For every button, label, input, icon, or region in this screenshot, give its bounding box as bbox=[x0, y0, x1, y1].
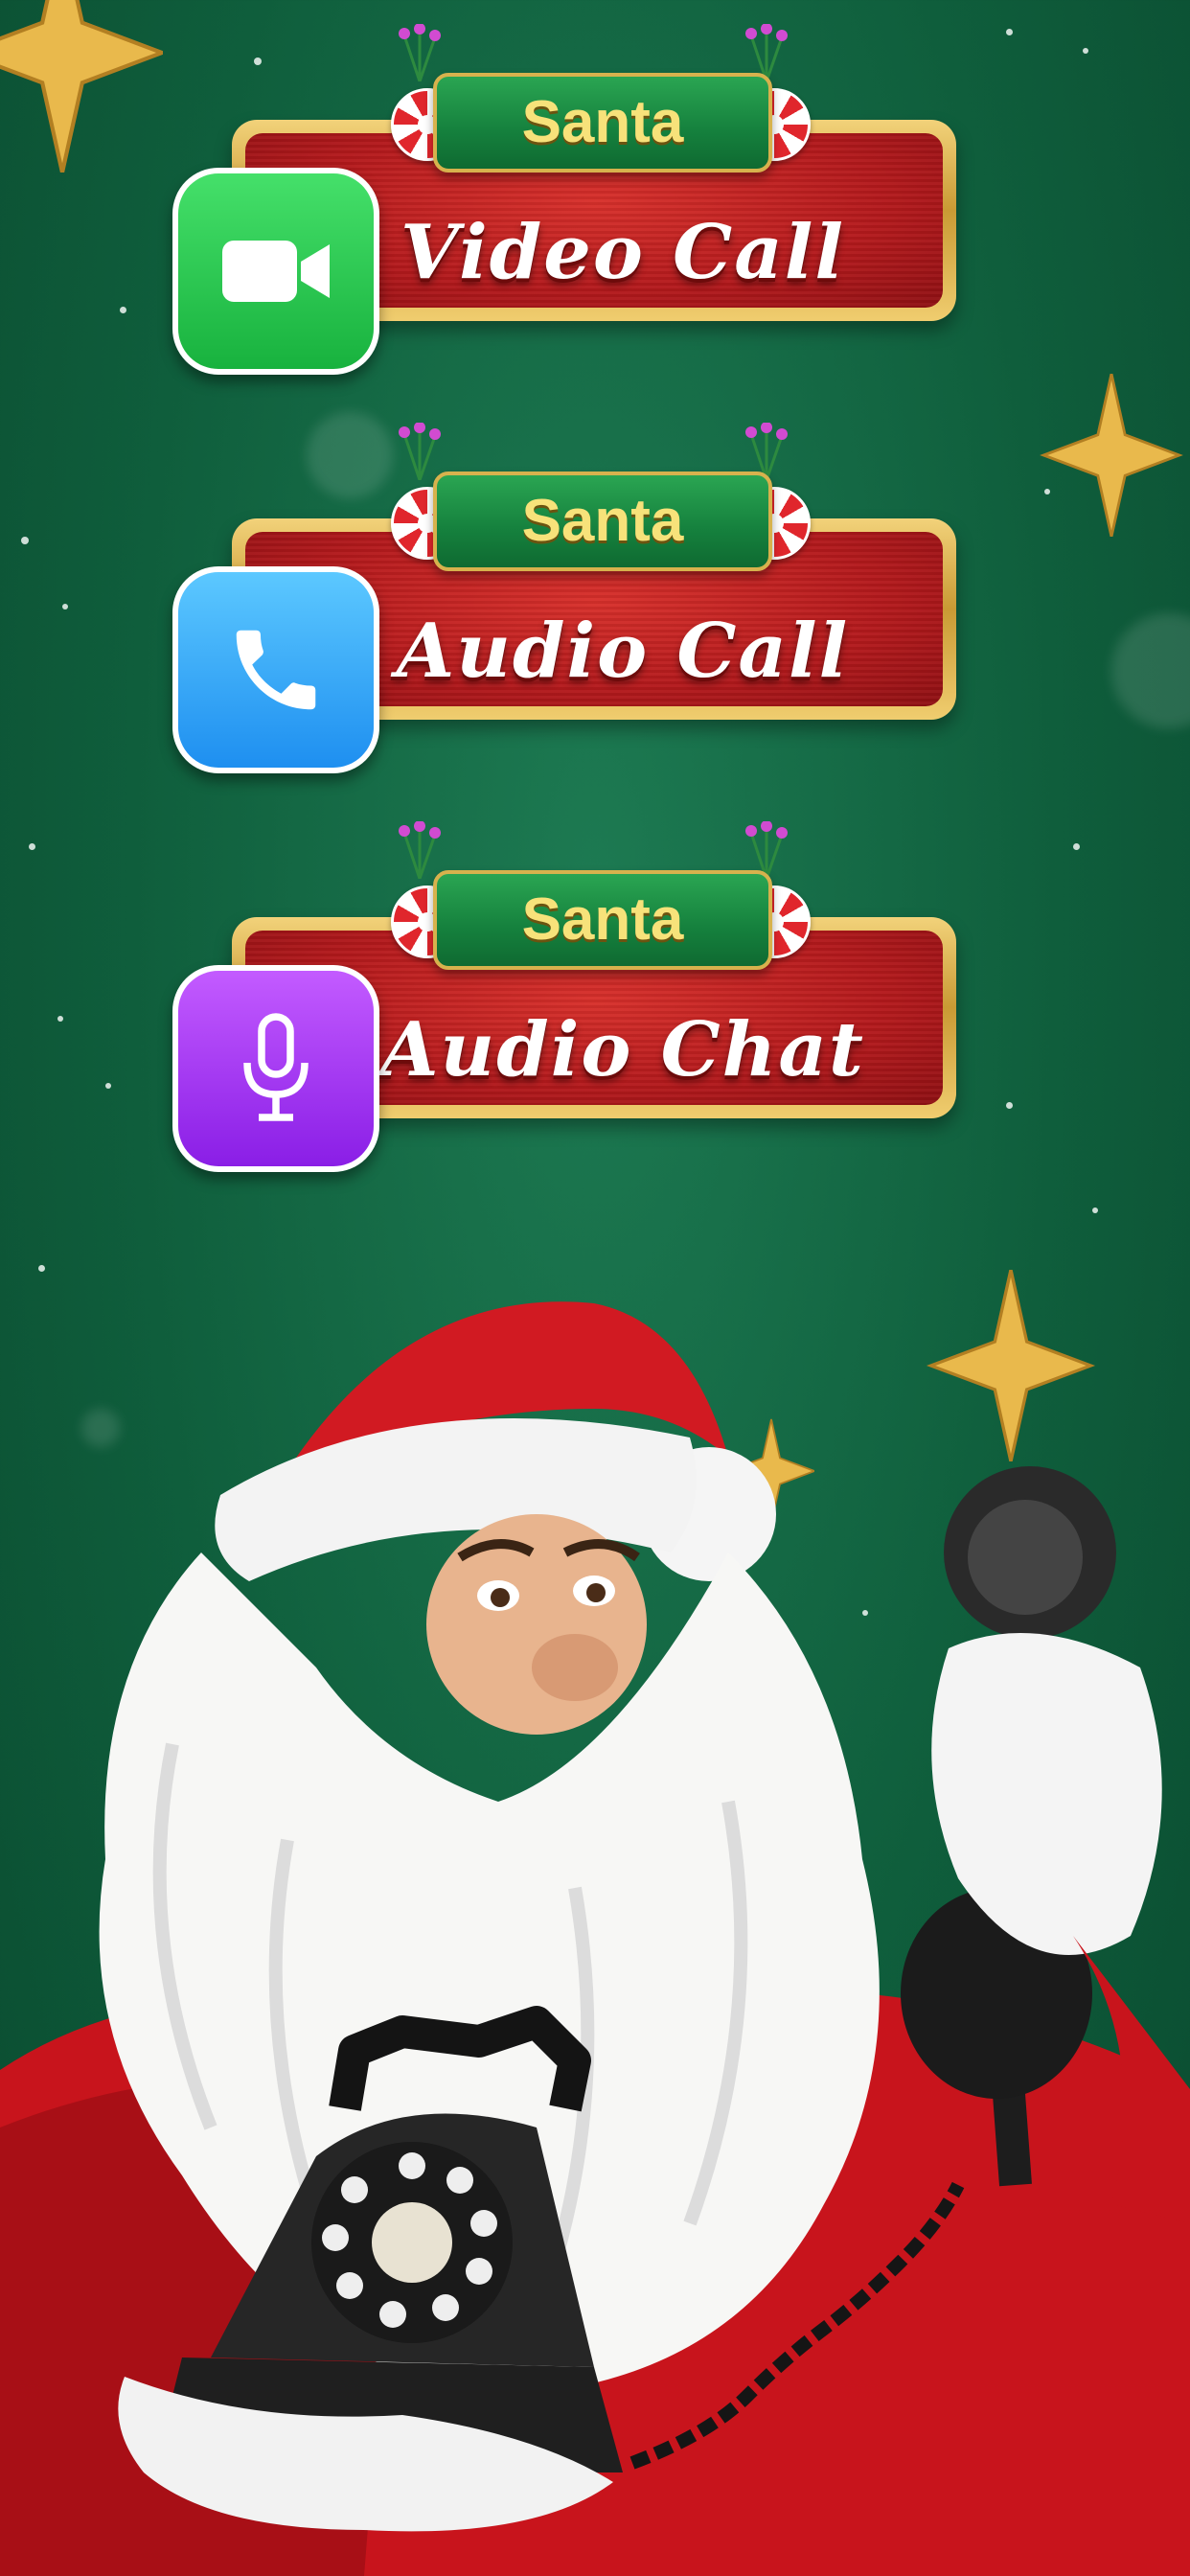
holly-sprig-icon bbox=[399, 423, 441, 480]
ribbon-text: Santa bbox=[521, 886, 684, 953]
star-icon bbox=[0, 0, 163, 172]
audio-call-button[interactable]: Audio Call Santa bbox=[172, 423, 958, 773]
video-call-label: Video Call bbox=[400, 209, 845, 296]
ribbon-text: Santa bbox=[521, 488, 684, 554]
santa-ribbon: Santa bbox=[433, 870, 772, 970]
ribbon-text: Santa bbox=[521, 89, 684, 155]
video-camera-icon bbox=[172, 168, 379, 375]
santa-ribbon: Santa bbox=[433, 73, 772, 172]
audio-call-label: Audio Call bbox=[396, 608, 850, 695]
phone-icon bbox=[172, 566, 379, 773]
star-icon bbox=[1040, 374, 1183, 537]
santa-illustration bbox=[0, 1301, 1190, 2576]
microphone-icon bbox=[172, 965, 379, 1172]
santa-ribbon: Santa bbox=[433, 472, 772, 571]
video-call-button[interactable]: Video Call Santa bbox=[172, 24, 958, 375]
audio-chat-label: Audio Chat bbox=[380, 1006, 865, 1093]
holly-sprig-icon bbox=[399, 24, 441, 81]
audio-chat-button[interactable]: Audio Chat Santa bbox=[172, 821, 958, 1172]
holly-sprig-icon bbox=[399, 821, 441, 879]
